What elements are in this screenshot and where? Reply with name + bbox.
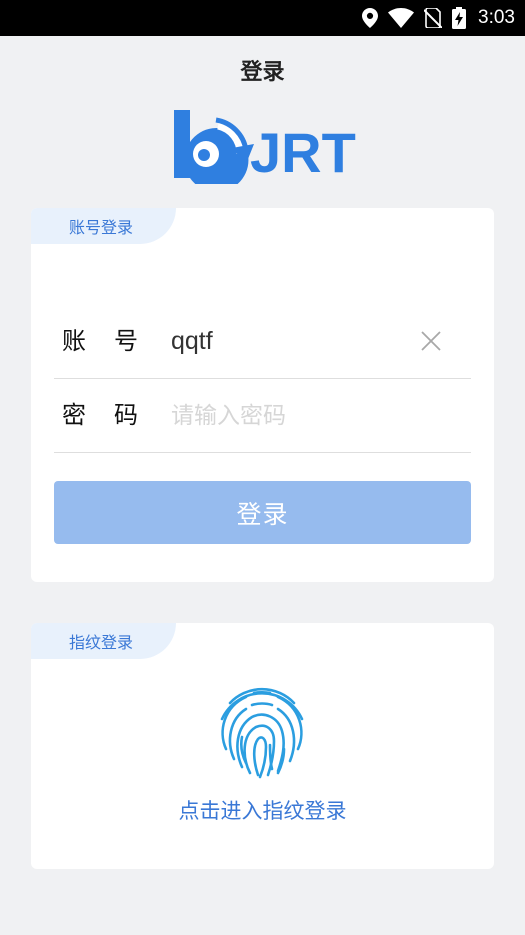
password-row: 密码 [54,378,471,453]
account-login-card: 账号登录 账号 密码 登录 [31,208,494,582]
location-icon [362,8,379,28]
login-button[interactable]: 登录 [54,481,471,544]
logo-mark-icon [174,110,254,184]
clear-icon[interactable] [419,329,443,353]
logo-text: JRT [250,121,356,184]
fingerprint-login-tag: 指纹登录 [31,623,176,659]
status-time: 3:03 [478,7,515,28]
status-bar: 3:03 [0,0,525,36]
no-sim-icon [424,8,443,28]
battery-charging-icon [452,7,467,29]
password-label: 密码 [62,401,166,429]
status-icons: 3:03 [362,0,515,36]
username-row: 账号 [54,304,471,379]
fingerprint-icon[interactable] [211,679,313,779]
wifi-icon [388,8,415,28]
jrt-logo: JRT [174,110,356,184]
password-input[interactable] [171,396,411,434]
fingerprint-login-card: 指纹登录 点击进入指纹登录 [31,623,494,869]
page-title: 登录 [240,60,285,85]
username-label: 账号 [62,327,166,355]
fingerprint-login-link[interactable]: 点击进入指纹登录 [31,795,494,825]
account-login-tag: 账号登录 [31,208,176,244]
username-input[interactable] [171,322,411,360]
